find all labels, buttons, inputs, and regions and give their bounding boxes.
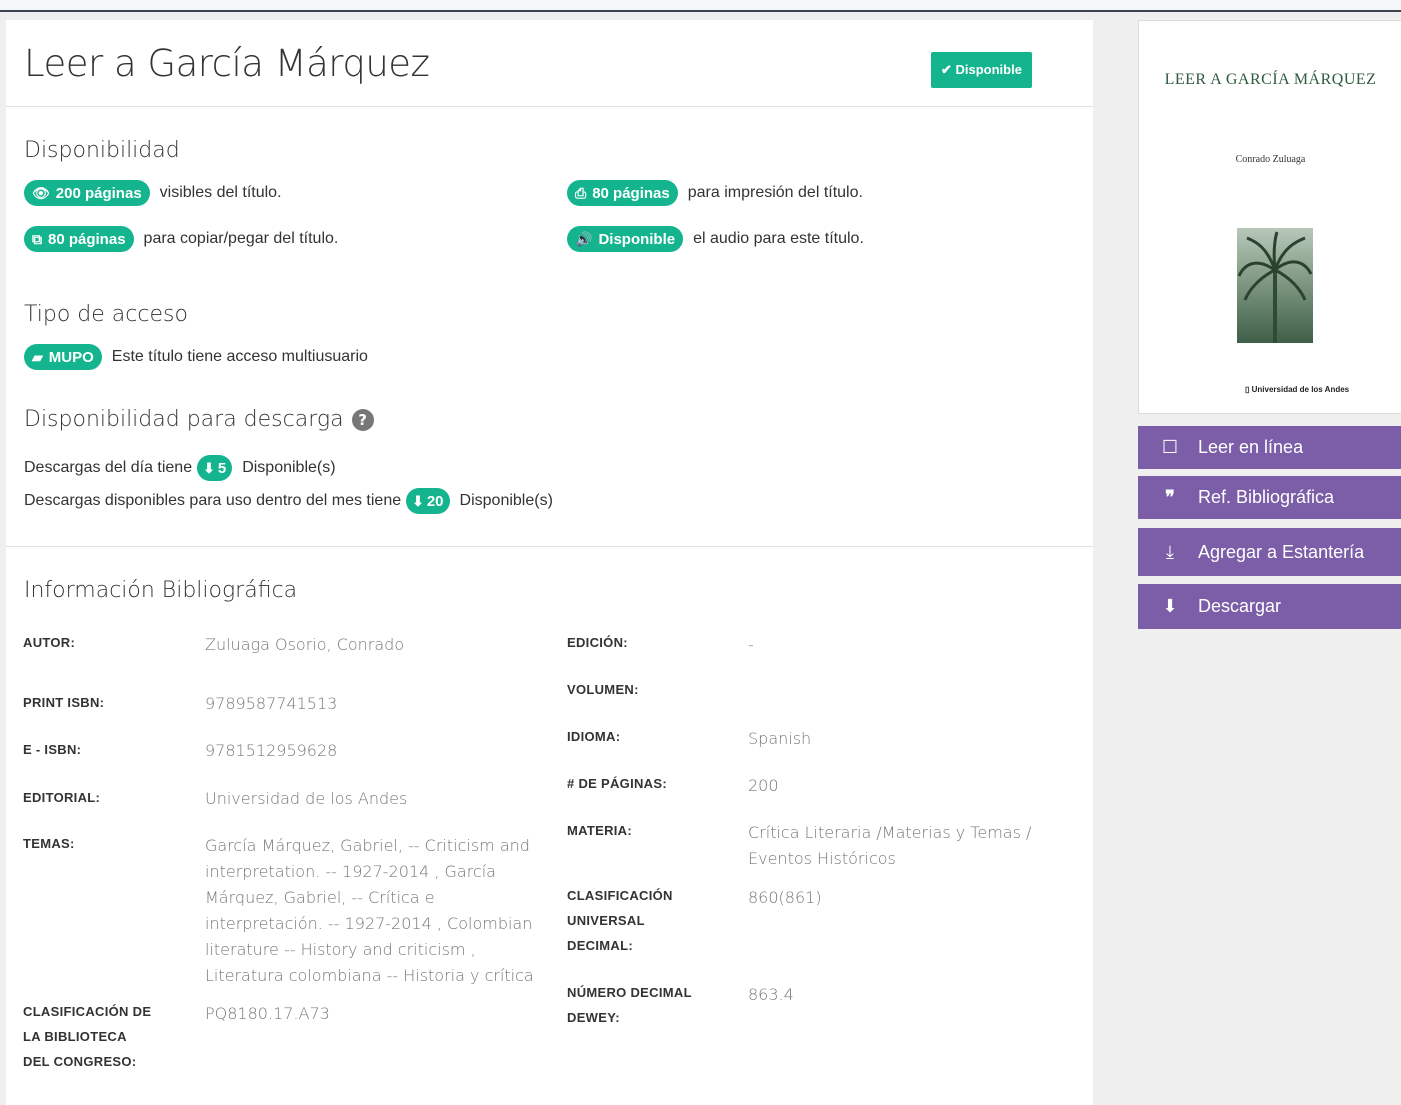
audio-row: 🔊 Disponible el audio para este título. — [567, 226, 864, 252]
download-button[interactable]: ⬇ Descargar — [1138, 584, 1401, 629]
print-isbn-value: 9789587741513 — [205, 694, 338, 713]
cud-value: 860(861) — [748, 888, 822, 907]
audio-pill: 🔊 Disponible — [567, 226, 684, 252]
bibliographic-ref-button[interactable]: ❞ Ref. Bibliográfica — [1138, 476, 1401, 519]
biblio-heading: Información Bibliográfica — [24, 578, 298, 603]
publisher-logo: ▯ Universidad de los Andes — [1245, 385, 1350, 394]
book-detail-panel: Leer a García Márquez ✔ Disponible Dispo… — [6, 20, 1093, 1105]
book-cover[interactable]: LEER A GARCÍA MÁRQUEZ Conrado Zuluaga ▯ … — [1138, 20, 1401, 414]
temas-label: TEMAS: — [23, 836, 75, 851]
paginas-value: 200 — [748, 776, 779, 795]
dewey-label: NÚMERO DECIMAL DEWEY: — [567, 985, 692, 1025]
copy-icon: ⧉ — [32, 230, 42, 247]
editorial-label: EDITORIAL: — [23, 790, 101, 805]
top-bar — [0, 0, 1401, 12]
add-to-shelf-button[interactable]: ⤓ Agregar a Estantería — [1138, 528, 1401, 576]
question-icon[interactable]: ? — [351, 409, 374, 431]
print-pages-pill: ⎙ 80 páginas — [567, 180, 678, 206]
cud-label: CLASIFICACIÓN UNIVERSAL DECIMAL: — [567, 888, 673, 953]
idioma-label: IDIOMA: — [567, 729, 621, 744]
cover-title: LEER A GARCÍA MÁRQUEZ — [1164, 71, 1377, 88]
autor-label: AUTOR: — [23, 635, 76, 650]
cover-palm-image — [1237, 228, 1313, 343]
status-badge: ✔ Disponible — [931, 52, 1032, 88]
mupo-pill: ▰ MUPO — [24, 344, 102, 370]
availability-heading: Disponibilidad — [24, 138, 180, 163]
visible-pages-row: 👁 200 páginas visibles del título. — [24, 180, 282, 206]
palm-tree-icon — [1237, 231, 1313, 343]
section-divider — [6, 546, 1093, 547]
materia-value: Crítica Literaria /Materias y Temas / Ev… — [748, 823, 1032, 868]
temas-value: García Márquez, Gabriel, -- Criticism an… — [205, 836, 534, 985]
eye-icon: 👁 — [32, 184, 50, 201]
cover-author: Conrado Zuluaga — [1235, 154, 1306, 165]
lc-label: CLASIFICACIÓN DE LA BIBLIOTECA DEL CONGR… — [23, 1004, 152, 1069]
visible-pages-pill: 👁 200 páginas — [24, 180, 150, 206]
download-icon: ⬇ — [203, 459, 215, 476]
print-icon: ⎙ — [575, 184, 587, 201]
print-pages-row: ⎙ 80 páginas para impresión del título. — [567, 180, 863, 206]
copy-pages-pill: ⧉ 80 páginas — [24, 226, 134, 252]
book-icon: ▰ — [32, 348, 43, 365]
download-icon: ⬇ — [412, 492, 424, 509]
paginas-label: # DE PÁGINAS: — [567, 776, 667, 791]
download-icon: ⬇ — [1162, 596, 1178, 616]
edicion-label: EDICIÓN: — [567, 635, 628, 650]
monthly-downloads-row: Descargas disponibles para uso dentro de… — [24, 488, 553, 514]
daily-downloads-row: Descargas del día tiene ⬇ 5 Disponible(s) — [24, 455, 336, 481]
print-isbn-label: PRINT ISBN: — [23, 695, 105, 710]
tablet-icon: ☐ — [1161, 437, 1179, 457]
volume-icon: 🔊 — [575, 230, 593, 247]
inbox-download-icon: ⤓ — [1166, 541, 1174, 562]
access-row: ▰ MUPO Este título tiene acceso multiusua… — [24, 344, 368, 370]
lc-value: PQ8180.17.A73 — [205, 1004, 330, 1023]
edicion-value: - — [748, 635, 754, 654]
editorial-value: Universidad de los Andes — [205, 789, 408, 808]
materia-label: MATERIA: — [567, 823, 632, 838]
autor-value: Zuluaga Osorio, Conrado — [205, 635, 405, 654]
daily-downloads-pill: ⬇ 5 — [197, 455, 233, 481]
eisbn-label: E - ISBN: — [23, 742, 82, 757]
volumen-label: VOLUMEN: — [567, 682, 639, 697]
download-heading: Disponibilidad para descarga? — [24, 407, 374, 432]
access-heading: Tipo de acceso — [24, 302, 188, 327]
title-row: Leer a García Márquez ✔ Disponible — [6, 20, 1093, 107]
read-online-button[interactable]: ☐ Leer en línea — [1138, 426, 1401, 469]
quote-icon: ❞ — [1165, 487, 1175, 507]
eisbn-value: 9781512959628 — [205, 741, 338, 760]
monthly-downloads-pill: ⬇ 20 — [406, 488, 450, 514]
dewey-value: 863.4 — [748, 985, 794, 1004]
idioma-value: Spanish — [748, 729, 812, 748]
page-title: Leer a García Márquez — [24, 42, 430, 85]
copy-pages-row: ⧉ 80 páginas para copiar/pegar del título… — [24, 226, 338, 252]
